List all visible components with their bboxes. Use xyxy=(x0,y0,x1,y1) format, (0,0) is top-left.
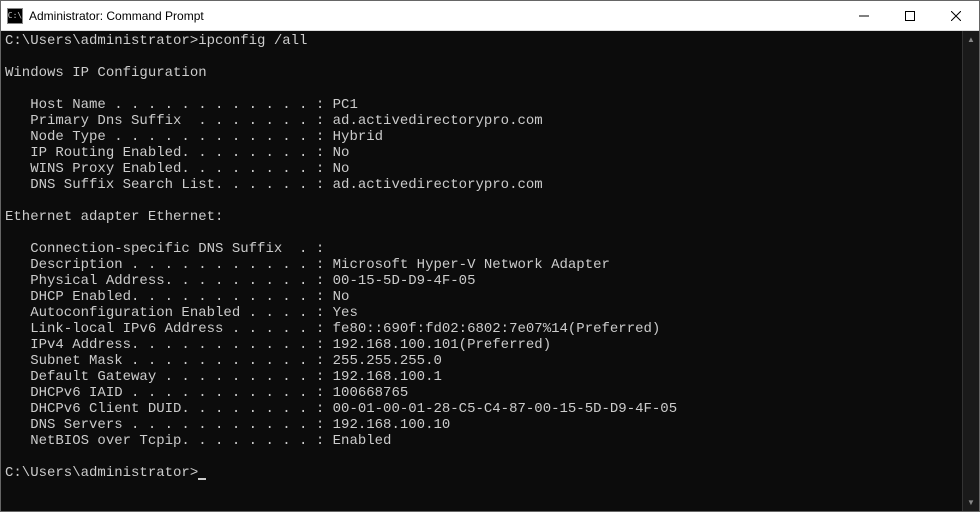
output-physical-address: Physical Address. . . . . . . . . : 00-1… xyxy=(5,273,475,289)
output-dns-servers: DNS Servers . . . . . . . . . . . : 192.… xyxy=(5,417,450,433)
output-dhcp-enabled: DHCP Enabled. . . . . . . . . . . : No xyxy=(5,289,349,305)
output-dns-suffix-list: DNS Suffix Search List. . . . . . : ad.a… xyxy=(5,177,543,193)
output-default-gateway: Default Gateway . . . . . . . . . : 192.… xyxy=(5,369,442,385)
output-dhcpv6-duid: DHCPv6 Client DUID. . . . . . . . : 00-0… xyxy=(5,401,677,417)
output-autoconfig: Autoconfiguration Enabled . . . . : Yes xyxy=(5,305,358,321)
command-text: ipconfig /all xyxy=(198,33,307,49)
scroll-track[interactable] xyxy=(963,48,979,494)
close-button[interactable] xyxy=(933,1,979,30)
scroll-up-arrow-icon[interactable]: ▲ xyxy=(963,31,979,48)
output-section-header: Windows IP Configuration xyxy=(5,65,207,81)
cmd-icon: C:\ xyxy=(7,8,23,24)
output-primary-dns-suffix: Primary Dns Suffix . . . . . . . : ad.ac… xyxy=(5,113,543,129)
prompt: C:\Users\administrator> xyxy=(5,33,198,49)
output-ipv4-address: IPv4 Address. . . . . . . . . . . : 192.… xyxy=(5,337,551,353)
output-section-header: Ethernet adapter Ethernet: xyxy=(5,209,223,225)
scroll-down-arrow-icon[interactable]: ▼ xyxy=(963,494,979,511)
output-link-local-ipv6: Link-local IPv6 Address . . . . . : fe80… xyxy=(5,321,660,337)
command-prompt-window: C:\ Administrator: Command Prompt C:\Use… xyxy=(0,0,980,512)
output-dhcpv6-iaid: DHCPv6 IAID . . . . . . . . . . . : 1006… xyxy=(5,385,408,401)
terminal-output[interactable]: C:\Users\administrator>ipconfig /all Win… xyxy=(1,31,962,511)
window-title: Administrator: Command Prompt xyxy=(29,9,841,23)
cursor xyxy=(198,478,206,480)
output-node-type: Node Type . . . . . . . . . . . . : Hybr… xyxy=(5,129,383,145)
output-description: Description . . . . . . . . . . . : Micr… xyxy=(5,257,610,273)
window-controls xyxy=(841,1,979,30)
terminal-container: C:\Users\administrator>ipconfig /all Win… xyxy=(1,31,979,511)
vertical-scrollbar[interactable]: ▲ ▼ xyxy=(962,31,979,511)
titlebar[interactable]: C:\ Administrator: Command Prompt xyxy=(1,1,979,31)
prompt: C:\Users\administrator> xyxy=(5,465,198,481)
minimize-button[interactable] xyxy=(841,1,887,30)
output-host-name: Host Name . . . . . . . . . . . . : PC1 xyxy=(5,97,358,113)
output-netbios: NetBIOS over Tcpip. . . . . . . . : Enab… xyxy=(5,433,391,449)
maximize-button[interactable] xyxy=(887,1,933,30)
output-subnet-mask: Subnet Mask . . . . . . . . . . . : 255.… xyxy=(5,353,442,369)
output-conn-suffix: Connection-specific DNS Suffix . : xyxy=(5,241,324,257)
output-wins-proxy: WINS Proxy Enabled. . . . . . . . : No xyxy=(5,161,349,177)
output-ip-routing: IP Routing Enabled. . . . . . . . : No xyxy=(5,145,349,161)
